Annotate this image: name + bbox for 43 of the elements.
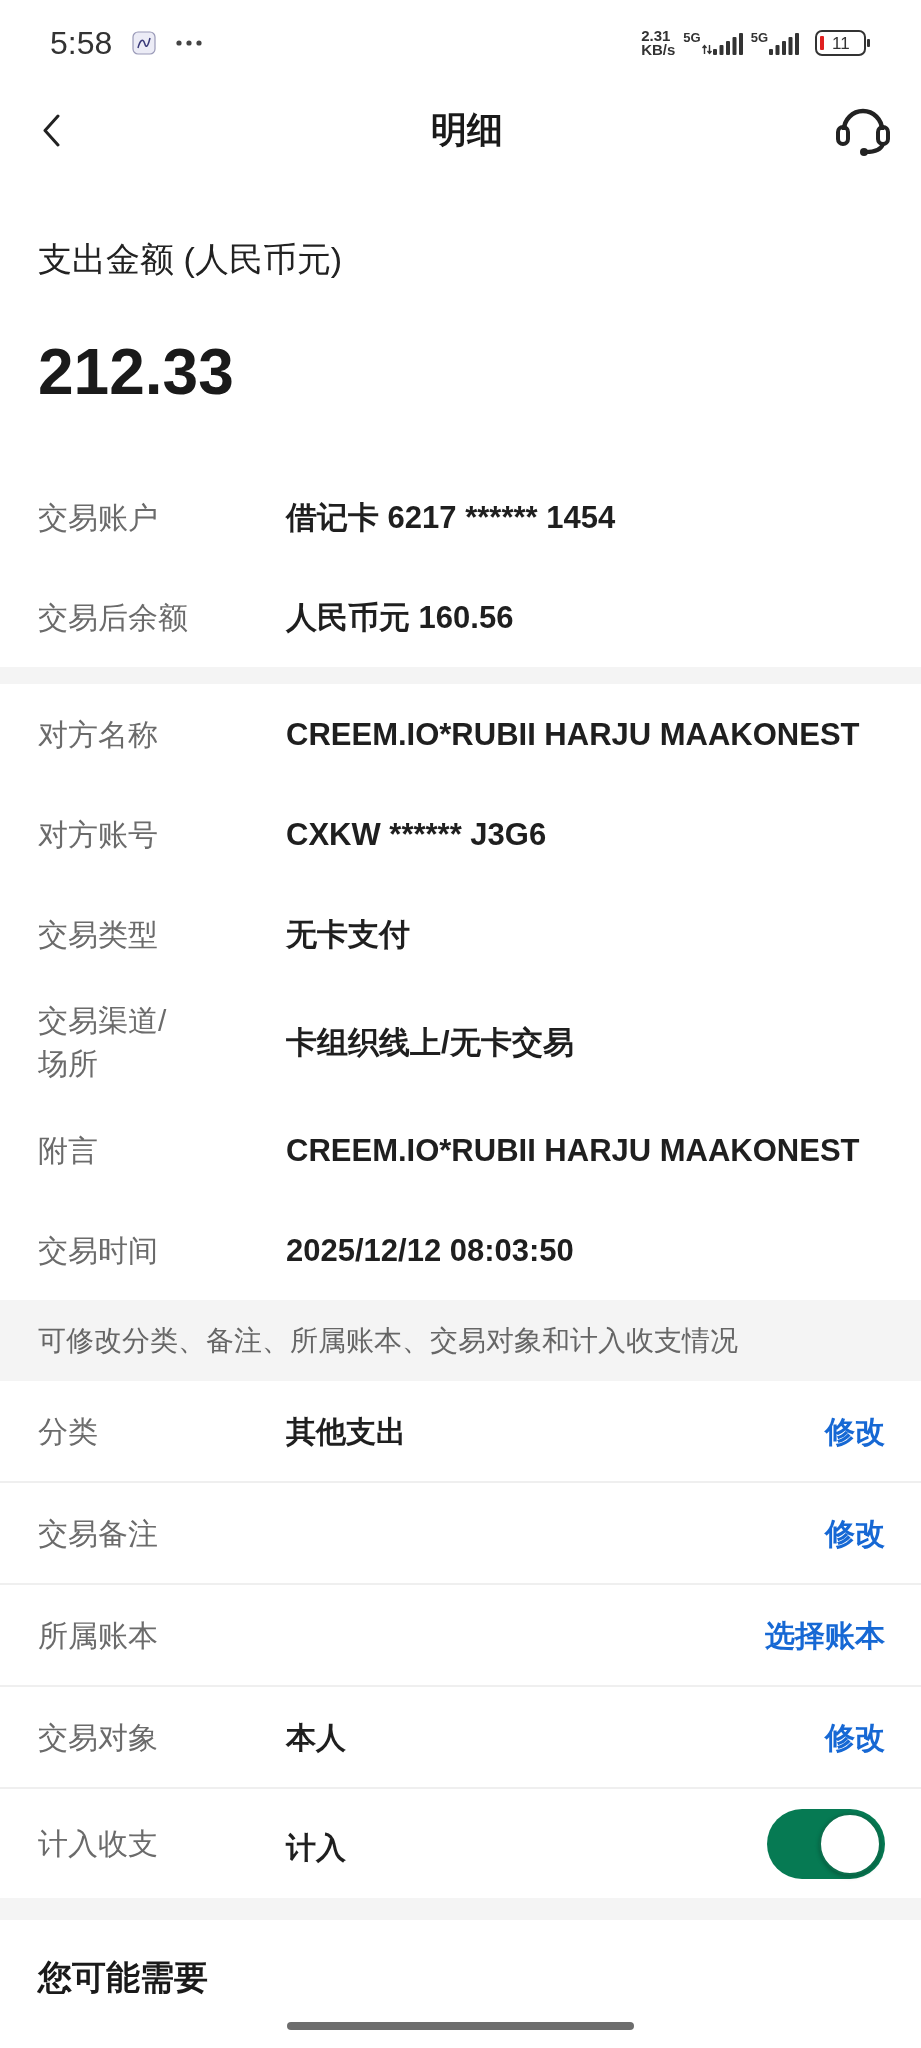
action-link[interactable]: 修改 bbox=[825, 1511, 885, 1555]
field-value: CREEM.IO*RUBII HARJU MAAKONEST bbox=[286, 715, 860, 754]
amount-value: 212.33 bbox=[38, 337, 235, 407]
status-time: 5:58 bbox=[50, 27, 113, 59]
amount-label: 支出金额 (人民币元) bbox=[38, 239, 344, 279]
field-value: CXKW ****** J3G6 bbox=[286, 815, 547, 854]
field-value: 人民币元 160.56 bbox=[286, 598, 514, 637]
field-value: 本人 bbox=[286, 1719, 346, 1756]
page-title: 明细 bbox=[430, 108, 503, 152]
field-label: 分类 bbox=[38, 1413, 99, 1450]
network-speed-unit: KB/s bbox=[641, 43, 676, 57]
field-label: 交易类型 bbox=[38, 916, 159, 953]
app-notification-icon bbox=[132, 31, 157, 55]
field-value: 其他支出 bbox=[286, 1413, 406, 1450]
field-label: 计入收支 bbox=[38, 1826, 159, 1862]
field-label: 交易账户 bbox=[38, 499, 159, 536]
action-link[interactable]: 修改 bbox=[825, 1715, 885, 1759]
field-label: 对方账号 bbox=[38, 816, 159, 853]
section-title: 您可能需要 bbox=[38, 1957, 209, 1998]
field-value: 卡组织线上/无卡交易 bbox=[286, 1023, 574, 1062]
field-label: 对方名称 bbox=[38, 716, 159, 753]
field-value: CREEM.IO*RUBII HARJU MAAKONEST bbox=[286, 1131, 860, 1170]
field-value: 2025/12/12 08:03:50 bbox=[286, 1231, 574, 1270]
battery-icon bbox=[815, 30, 871, 56]
field-label: 交易备注 bbox=[38, 1515, 159, 1552]
field-label: 交易渠道/场所 bbox=[38, 1003, 168, 1082]
battery-level-text: 11 bbox=[832, 34, 850, 52]
more-icon bbox=[176, 40, 203, 46]
network-type-label: 5G bbox=[683, 31, 701, 44]
action-link[interactable]: 选择账本 bbox=[765, 1613, 885, 1657]
network-type-label: 5G bbox=[750, 31, 768, 44]
field-value: 无卡支付 bbox=[286, 915, 410, 954]
action-link[interactable]: 修改 bbox=[825, 1409, 885, 1453]
field-label: 所属账本 bbox=[38, 1617, 159, 1654]
network-speed-value: 2.31 bbox=[641, 29, 671, 43]
field-value: 计入 bbox=[286, 1830, 346, 1866]
back-icon[interactable] bbox=[42, 113, 60, 147]
field-label: 交易对象 bbox=[38, 1719, 159, 1756]
edit-hint-text: 可修改分类、备注、所属账本、交易对象和计入收支情况 bbox=[38, 1323, 738, 1358]
field-label: 交易时间 bbox=[38, 1232, 159, 1269]
field-label: 交易后余额 bbox=[38, 599, 189, 636]
field-value: 借记卡 6217 ****** 1454 bbox=[286, 498, 616, 537]
field-label: 附言 bbox=[38, 1132, 99, 1169]
